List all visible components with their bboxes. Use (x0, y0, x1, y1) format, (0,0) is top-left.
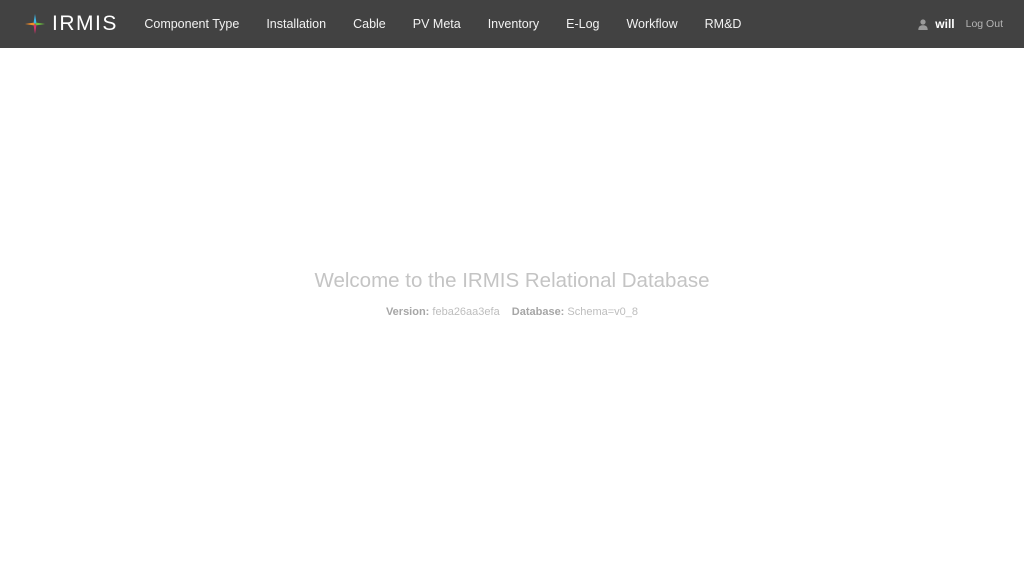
database-value: Schema=v0_8 (567, 306, 639, 318)
welcome-panel: Welcome to the IRMIS Relational Database… (0, 268, 1024, 318)
nav-item-rmd[interactable]: RM&D (691, 0, 755, 48)
nav-item-workflow[interactable]: Workflow (613, 0, 691, 48)
nav-item-component-type[interactable]: Component Type (131, 0, 253, 48)
user-icon (918, 18, 928, 30)
current-user-name[interactable]: will (935, 17, 954, 31)
main-nav: Component Type Installation Cable PV Met… (131, 0, 755, 48)
logout-link[interactable]: Log Out (966, 18, 1003, 30)
version-value: feba26aa3efa (432, 306, 500, 318)
nav-item-e-log[interactable]: E-Log (553, 0, 613, 48)
nav-item-installation[interactable]: Installation (253, 0, 340, 48)
version-group: Version: feba26aa3efa (386, 306, 500, 318)
database-group: Database: Schema=v0_8 (512, 306, 638, 318)
top-navbar: IRMIS Component Type Installation Cable … (0, 0, 1024, 48)
version-label: Version: (385, 306, 430, 318)
brand-name: IRMIS (52, 12, 118, 35)
database-label: Database: (511, 306, 565, 318)
nav-item-cable[interactable]: Cable (340, 0, 400, 48)
brand-logo-link[interactable]: IRMIS (24, 0, 118, 48)
irmis-star-logo-icon (25, 14, 45, 34)
user-area: will Log Out (918, 0, 1003, 48)
nav-item-pv-meta[interactable]: PV Meta (399, 0, 474, 48)
version-info: Version: feba26aa3efa Database: Schema=v… (0, 306, 1024, 318)
welcome-title: Welcome to the IRMIS Relational Database (314, 269, 710, 292)
nav-item-inventory[interactable]: Inventory (474, 0, 552, 48)
